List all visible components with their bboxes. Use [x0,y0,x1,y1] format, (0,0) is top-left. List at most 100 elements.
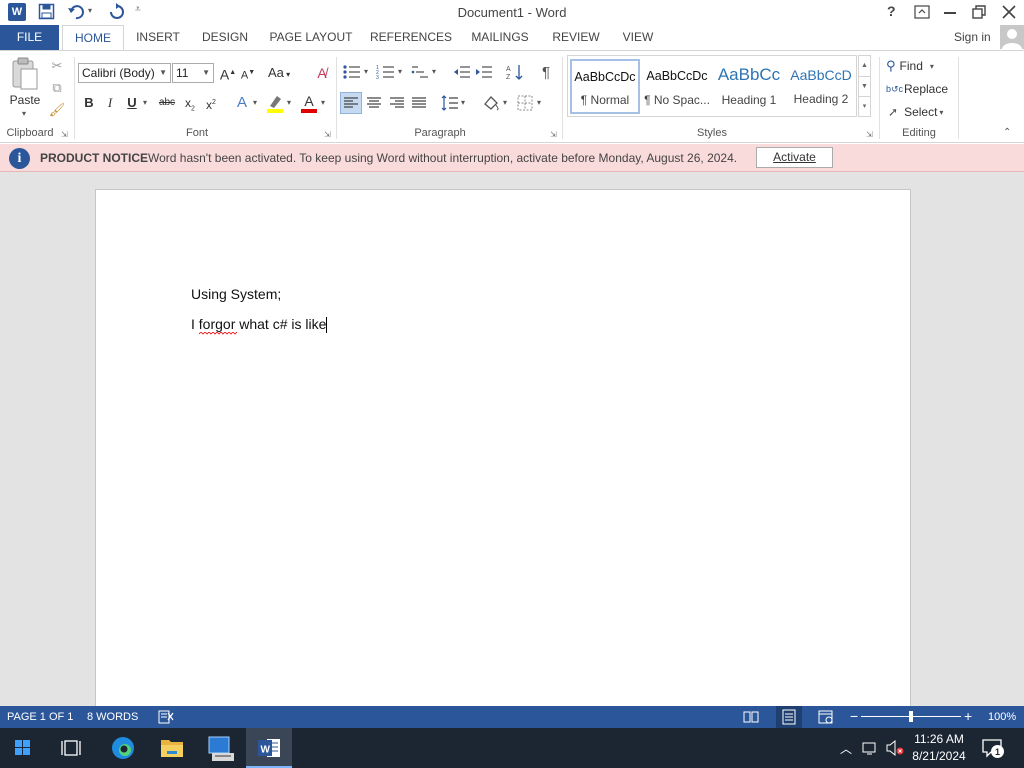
avatar[interactable] [1000,25,1024,49]
start-button[interactable] [0,728,46,768]
tab-file[interactable]: FILE [0,25,59,50]
sort-icon[interactable]: AZ [505,63,525,81]
multilevel-list-icon[interactable] [410,63,430,81]
minimize-icon[interactable] [944,12,956,14]
help-icon[interactable]: ? [887,3,896,19]
collapse-ribbon-icon[interactable]: ⌃ [1003,127,1011,138]
bold-icon[interactable]: B [79,93,99,113]
font-color-dropdown-icon[interactable]: ▾ [321,98,325,107]
copy-icon[interactable]: ⧉ [47,78,67,98]
strikethrough-icon[interactable]: abc [157,93,177,113]
align-right-icon[interactable] [387,93,407,113]
change-case-button[interactable]: Aa ▾ [268,65,290,80]
show-hidden-icons[interactable]: ︿ [840,740,852,757]
task-view-button[interactable] [48,728,94,768]
styles-launcher-icon[interactable]: ⇲ [866,130,873,139]
borders-icon[interactable] [515,93,535,113]
superscript-icon[interactable]: x2 [201,93,221,113]
word-taskbar-button[interactable]: W [246,728,292,768]
edge-taskbar-button[interactable] [100,728,146,768]
word-app-icon[interactable]: W [8,3,26,21]
styles-more-icon[interactable]: ▾ [859,96,870,116]
document-page[interactable]: Using System; I forgor what c# is like [95,189,911,709]
format-painter-icon[interactable]: 🖌 [47,100,67,120]
increase-indent-icon[interactable] [474,63,494,81]
volume-muted-icon[interactable] [885,740,905,756]
zoom-slider-thumb[interactable] [909,711,913,722]
font-launcher-icon[interactable]: ⇲ [324,130,331,139]
restore-icon[interactable] [972,5,986,19]
borders-dropdown-icon[interactable]: ▾ [537,98,541,107]
numbering-icon[interactable]: 123 [376,63,396,81]
highlight-dropdown-icon[interactable]: ▾ [287,98,291,107]
clock-date[interactable]: 8/21/2024 [908,749,970,763]
print-layout-button[interactable] [776,706,802,728]
shrink-font-icon[interactable]: A▼ [238,63,258,83]
save-icon[interactable] [38,3,55,20]
font-color-icon[interactable]: A [299,93,319,113]
notifications-button[interactable]: 1 [982,738,1004,758]
numbering-dropdown-icon[interactable]: ▾ [398,67,402,76]
read-mode-icon[interactable] [743,709,759,725]
redo-icon[interactable] [108,3,126,21]
word-count[interactable]: 8 WORDS [87,711,138,723]
underline-dropdown-icon[interactable]: ▾ [143,98,147,107]
tab-mailings[interactable]: MAILINGS [465,25,535,50]
network-icon[interactable] [862,740,880,756]
tab-view[interactable]: VIEW [616,25,660,50]
style-heading-1[interactable]: AaBbCc Heading 1 [714,59,784,114]
bullets-dropdown-icon[interactable]: ▾ [364,67,368,76]
decrease-indent-icon[interactable] [452,63,472,81]
document-line-1[interactable]: Using System; [191,286,281,302]
italic-icon[interactable]: I [100,93,120,113]
proofing-icon[interactable] [158,710,174,724]
tab-design[interactable]: DESIGN [196,25,254,50]
style-no-spacing[interactable]: AaBbCcDc ¶ No Spac... [642,59,712,114]
paste-button[interactable]: Paste ▾ [8,57,42,118]
select-dropdown-icon[interactable]: ▾ [939,108,943,117]
styles-scroll-down-icon[interactable]: ▼ [859,76,870,96]
page-count[interactable]: PAGE 1 OF 1 [7,711,73,723]
clock-time[interactable]: 11:26 AM [908,732,970,746]
tab-page-layout[interactable]: PAGE LAYOUT [266,25,356,50]
justify-icon[interactable] [409,93,429,113]
undo-dropdown-icon[interactable]: ▾ [88,6,92,15]
activate-button[interactable]: Activate [756,147,833,168]
remote-desktop-taskbar-button[interactable] [198,728,244,768]
style-normal[interactable]: AaBbCcDc ¶ Normal [570,59,640,114]
line-spacing-icon[interactable] [440,93,460,113]
tab-references[interactable]: REFERENCES [368,25,454,50]
replace-button[interactable]: b↺c Replace [886,80,948,98]
shading-dropdown-icon[interactable]: ▾ [503,98,507,107]
text-effects-dropdown-icon[interactable]: ▾ [253,98,257,107]
clipboard-launcher-icon[interactable]: ⇲ [61,130,68,139]
font-name-select[interactable]: Calibri (Body) ▼ [78,63,171,83]
shading-icon[interactable] [481,93,501,113]
subscript-icon[interactable]: x2 [180,93,200,113]
zoom-level[interactable]: 100% [988,711,1016,723]
select-button[interactable]: ➚ Select ▾ [888,103,943,121]
find-dropdown-icon[interactable]: ▾ [930,62,934,71]
align-left-button[interactable] [340,92,362,114]
file-explorer-taskbar-button[interactable] [149,728,195,768]
multilevel-dropdown-icon[interactable]: ▾ [432,67,436,76]
underline-icon[interactable]: U [122,93,142,113]
style-heading-2[interactable]: AaBbCcD Heading 2 [786,59,856,114]
zoom-in-icon[interactable]: + [964,708,972,724]
tab-insert[interactable]: INSERT [131,25,185,50]
cut-icon[interactable]: ✂ [47,56,67,76]
zoom-out-icon[interactable]: − [850,708,858,724]
highlight-icon[interactable] [265,93,285,113]
sign-in-link[interactable]: Sign in [954,30,991,44]
web-layout-icon[interactable] [818,709,834,725]
grow-font-icon[interactable]: A▲ [218,63,238,83]
undo-icon[interactable] [67,3,85,21]
bullets-icon[interactable] [342,63,362,81]
paragraph-launcher-icon[interactable]: ⇲ [550,130,557,139]
styles-scroll-up-icon[interactable]: ▲ [859,56,870,76]
align-center-icon[interactable] [364,93,384,113]
tab-review[interactable]: REVIEW [548,25,604,50]
paste-dropdown-icon[interactable]: ▾ [22,109,26,118]
customize-qat-icon[interactable]: ⩡ [135,4,141,15]
find-button[interactable]: ⚲ Find ▾ [886,57,934,75]
